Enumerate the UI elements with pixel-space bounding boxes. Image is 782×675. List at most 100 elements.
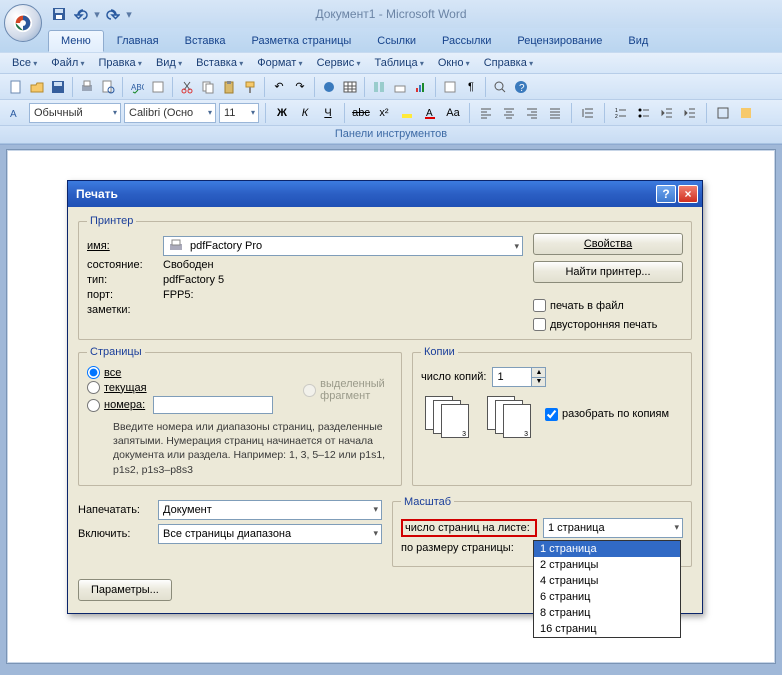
scale-group: Масштаб число страниц на листе: 1 страни… (392, 496, 692, 567)
menu-table[interactable]: Таблица (368, 55, 429, 71)
strike-icon[interactable]: abc (351, 103, 371, 123)
menu-tools[interactable]: Сервис (311, 55, 367, 71)
numbering-icon[interactable]: 12 (611, 103, 631, 123)
copies-count-input[interactable]: 1 ▲▼ (492, 367, 546, 387)
save-icon[interactable] (48, 77, 68, 97)
open-icon[interactable] (27, 77, 47, 97)
size-combo[interactable]: 11 (219, 103, 259, 123)
print-to-file-checkbox[interactable]: печать в файл (533, 299, 683, 312)
align-justify-icon[interactable] (545, 103, 565, 123)
highlight-icon[interactable] (397, 103, 417, 123)
menu-edit[interactable]: Правка (93, 55, 148, 71)
bullets-icon[interactable] (634, 103, 654, 123)
redo-icon[interactable] (104, 5, 122, 23)
preview-icon[interactable] (98, 77, 118, 97)
pages-per-sheet-dropdown[interactable]: 1 страница 2 страницы 4 страницы 6 стран… (533, 540, 681, 638)
collate-checkbox[interactable]: разобрать по копиям (545, 408, 669, 421)
spinner-down-icon[interactable]: ▼ (531, 378, 545, 387)
line-spacing-icon[interactable] (578, 103, 598, 123)
include-combo[interactable]: Все страницы диапазона (158, 524, 382, 544)
align-left-icon[interactable] (476, 103, 496, 123)
indent-icon[interactable] (680, 103, 700, 123)
tab-review[interactable]: Рецензирование (504, 30, 615, 52)
spinner-up-icon[interactable]: ▲ (531, 368, 545, 378)
menu-format[interactable]: Формат (251, 55, 308, 71)
columns-icon[interactable] (369, 77, 389, 97)
undo-icon[interactable]: ↶ (269, 77, 289, 97)
quick-access-toolbar: ▾ ▾ (50, 5, 132, 23)
research-icon[interactable] (148, 77, 168, 97)
copies-legend: Копии (421, 346, 458, 358)
new-doc-icon[interactable] (6, 77, 26, 97)
pages-all-radio[interactable]: все (87, 366, 273, 379)
menu-file[interactable]: Файл (45, 55, 90, 71)
copy-icon[interactable] (198, 77, 218, 97)
doc-map-icon[interactable] (440, 77, 460, 97)
find-printer-button[interactable]: Найти принтер... (533, 261, 683, 283)
underline-icon[interactable]: Ч (318, 103, 338, 123)
tab-view[interactable]: Вид (615, 30, 661, 52)
dialog-help-button[interactable]: ? (656, 185, 676, 203)
pps-option[interactable]: 8 страниц (534, 605, 680, 621)
italic-icon[interactable]: К (295, 103, 315, 123)
borders-icon[interactable] (713, 103, 733, 123)
pages-per-sheet-combo[interactable]: 1 страница (543, 518, 683, 538)
undo-icon[interactable] (72, 5, 90, 23)
dialog-close-button[interactable]: × (678, 185, 698, 203)
superscript-icon[interactable]: x² (374, 103, 394, 123)
print-what-combo[interactable]: Документ (158, 500, 382, 520)
shading-icon[interactable] (736, 103, 756, 123)
print-icon[interactable] (77, 77, 97, 97)
office-button[interactable] (4, 4, 42, 42)
show-marks-icon[interactable]: ¶ (461, 77, 481, 97)
font-color-icon[interactable]: A (420, 103, 440, 123)
zoom-icon[interactable] (490, 77, 510, 97)
menu-all[interactable]: Все (6, 55, 43, 71)
redo-icon[interactable]: ↷ (290, 77, 310, 97)
pps-option[interactable]: 1 страница (534, 541, 680, 557)
parameters-button[interactable]: Параметры... (78, 579, 172, 601)
save-icon[interactable] (50, 5, 68, 23)
pages-current-radio[interactable]: текущая (87, 381, 273, 394)
styles-icon[interactable]: A (6, 103, 26, 123)
outdent-icon[interactable] (657, 103, 677, 123)
chart-icon[interactable] (411, 77, 431, 97)
menu-view[interactable]: Вид (150, 55, 188, 71)
cut-icon[interactable] (177, 77, 197, 97)
menu-insert[interactable]: Вставка (190, 55, 249, 71)
tab-layout[interactable]: Разметка страницы (239, 30, 365, 52)
drawing-icon[interactable] (390, 77, 410, 97)
format-painter-icon[interactable] (240, 77, 260, 97)
hyperlink-icon[interactable] (319, 77, 339, 97)
help-icon[interactable]: ? (511, 77, 531, 97)
printer-name-combo[interactable]: pdfFactory Pro (163, 236, 523, 256)
tab-references[interactable]: Ссылки (364, 30, 429, 52)
bold-icon[interactable]: Ж (272, 103, 292, 123)
align-center-icon[interactable] (499, 103, 519, 123)
paste-icon[interactable] (219, 77, 239, 97)
menu-window[interactable]: Окно (432, 55, 476, 71)
style-combo[interactable]: Обычный (29, 103, 121, 123)
spellcheck-icon[interactable]: ABC (127, 77, 147, 97)
printer-properties-button[interactable]: Свойства (533, 233, 683, 255)
font-combo[interactable]: Calibri (Осно (124, 103, 216, 123)
table-icon[interactable] (340, 77, 360, 97)
pps-option[interactable]: 6 страниц (534, 589, 680, 605)
dialog-titlebar[interactable]: Печать ? × (68, 181, 702, 207)
tab-home[interactable]: Главная (104, 30, 172, 52)
char-scale-icon[interactable]: Aa (443, 103, 463, 123)
qat-more-icon[interactable]: ▾ (126, 8, 132, 21)
print-what-label: Напечатать: (78, 504, 152, 516)
pages-numbers-radio[interactable]: номера: (87, 396, 273, 414)
tab-insert[interactable]: Вставка (172, 30, 239, 52)
align-right-icon[interactable] (522, 103, 542, 123)
printer-status-label: состояние: (87, 259, 157, 271)
pps-option[interactable]: 16 страниц (534, 621, 680, 637)
pps-option[interactable]: 4 страницы (534, 573, 680, 589)
pages-numbers-input[interactable] (153, 396, 273, 414)
tab-mailings[interactable]: Рассылки (429, 30, 504, 52)
tab-menu[interactable]: Меню (48, 30, 104, 52)
duplex-checkbox[interactable]: двусторонняя печать (533, 318, 683, 331)
menu-help[interactable]: Справка (478, 55, 539, 71)
pps-option[interactable]: 2 страницы (534, 557, 680, 573)
